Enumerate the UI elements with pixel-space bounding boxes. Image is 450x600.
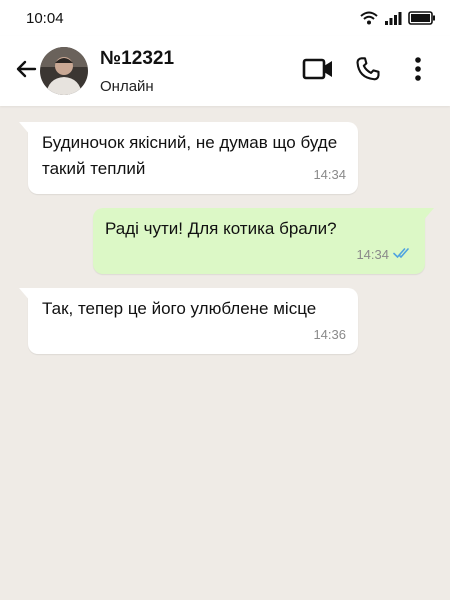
status-bar: 10:04 — [0, 0, 450, 36]
more-vert-icon — [414, 56, 422, 87]
message-incoming[interactable]: Будиночок якісний, не думав що буде таки… — [19, 122, 358, 194]
bubble-tail — [19, 122, 31, 136]
message-text: Раді чути! Для котика брали? — [105, 219, 337, 238]
video-call-icon — [302, 57, 334, 86]
bubble-tail — [422, 208, 434, 222]
more-options-button[interactable] — [396, 49, 440, 93]
signal-icon — [384, 11, 402, 25]
avatar[interactable] — [40, 47, 88, 95]
message-time: 14:34 — [313, 167, 346, 182]
video-call-button[interactable] — [296, 49, 340, 93]
chat-header: №12321 Онлайн — [0, 36, 450, 106]
message-incoming[interactable]: Так, тепер це його улюблене місце 14:36 — [19, 288, 358, 354]
header-actions — [290, 49, 440, 93]
status-time: 10:04 — [26, 9, 64, 27]
message-meta: 14:36 — [313, 322, 346, 348]
message-outgoing[interactable]: Раді чути! Для котика брали? 14:34 — [93, 208, 434, 274]
arrow-left-icon — [14, 57, 38, 86]
message-time: 14:36 — [313, 327, 346, 342]
message-list: Будиночок якісний, не думав що буде таки… — [0, 106, 450, 600]
status-icons — [360, 11, 436, 25]
message-meta: 14:34 — [313, 162, 346, 188]
phone-icon — [354, 55, 382, 88]
double-check-icon — [393, 242, 413, 268]
message-time: 14:34 — [356, 247, 389, 262]
battery-icon — [408, 11, 436, 25]
contact-name: №12321 — [100, 47, 175, 69]
bubble-tail — [19, 288, 31, 302]
message-text: Будиночок якісний, не думав що буде таки… — [42, 133, 338, 178]
message-text: Так, тепер це його улюблене місце — [42, 299, 317, 318]
wifi-icon — [360, 11, 378, 25]
contact-status: Онлайн — [100, 77, 154, 95]
contact-info[interactable]: №12321 Онлайн — [100, 48, 290, 95]
message-meta: 14:34 — [356, 242, 413, 268]
voice-call-button[interactable] — [346, 49, 390, 93]
